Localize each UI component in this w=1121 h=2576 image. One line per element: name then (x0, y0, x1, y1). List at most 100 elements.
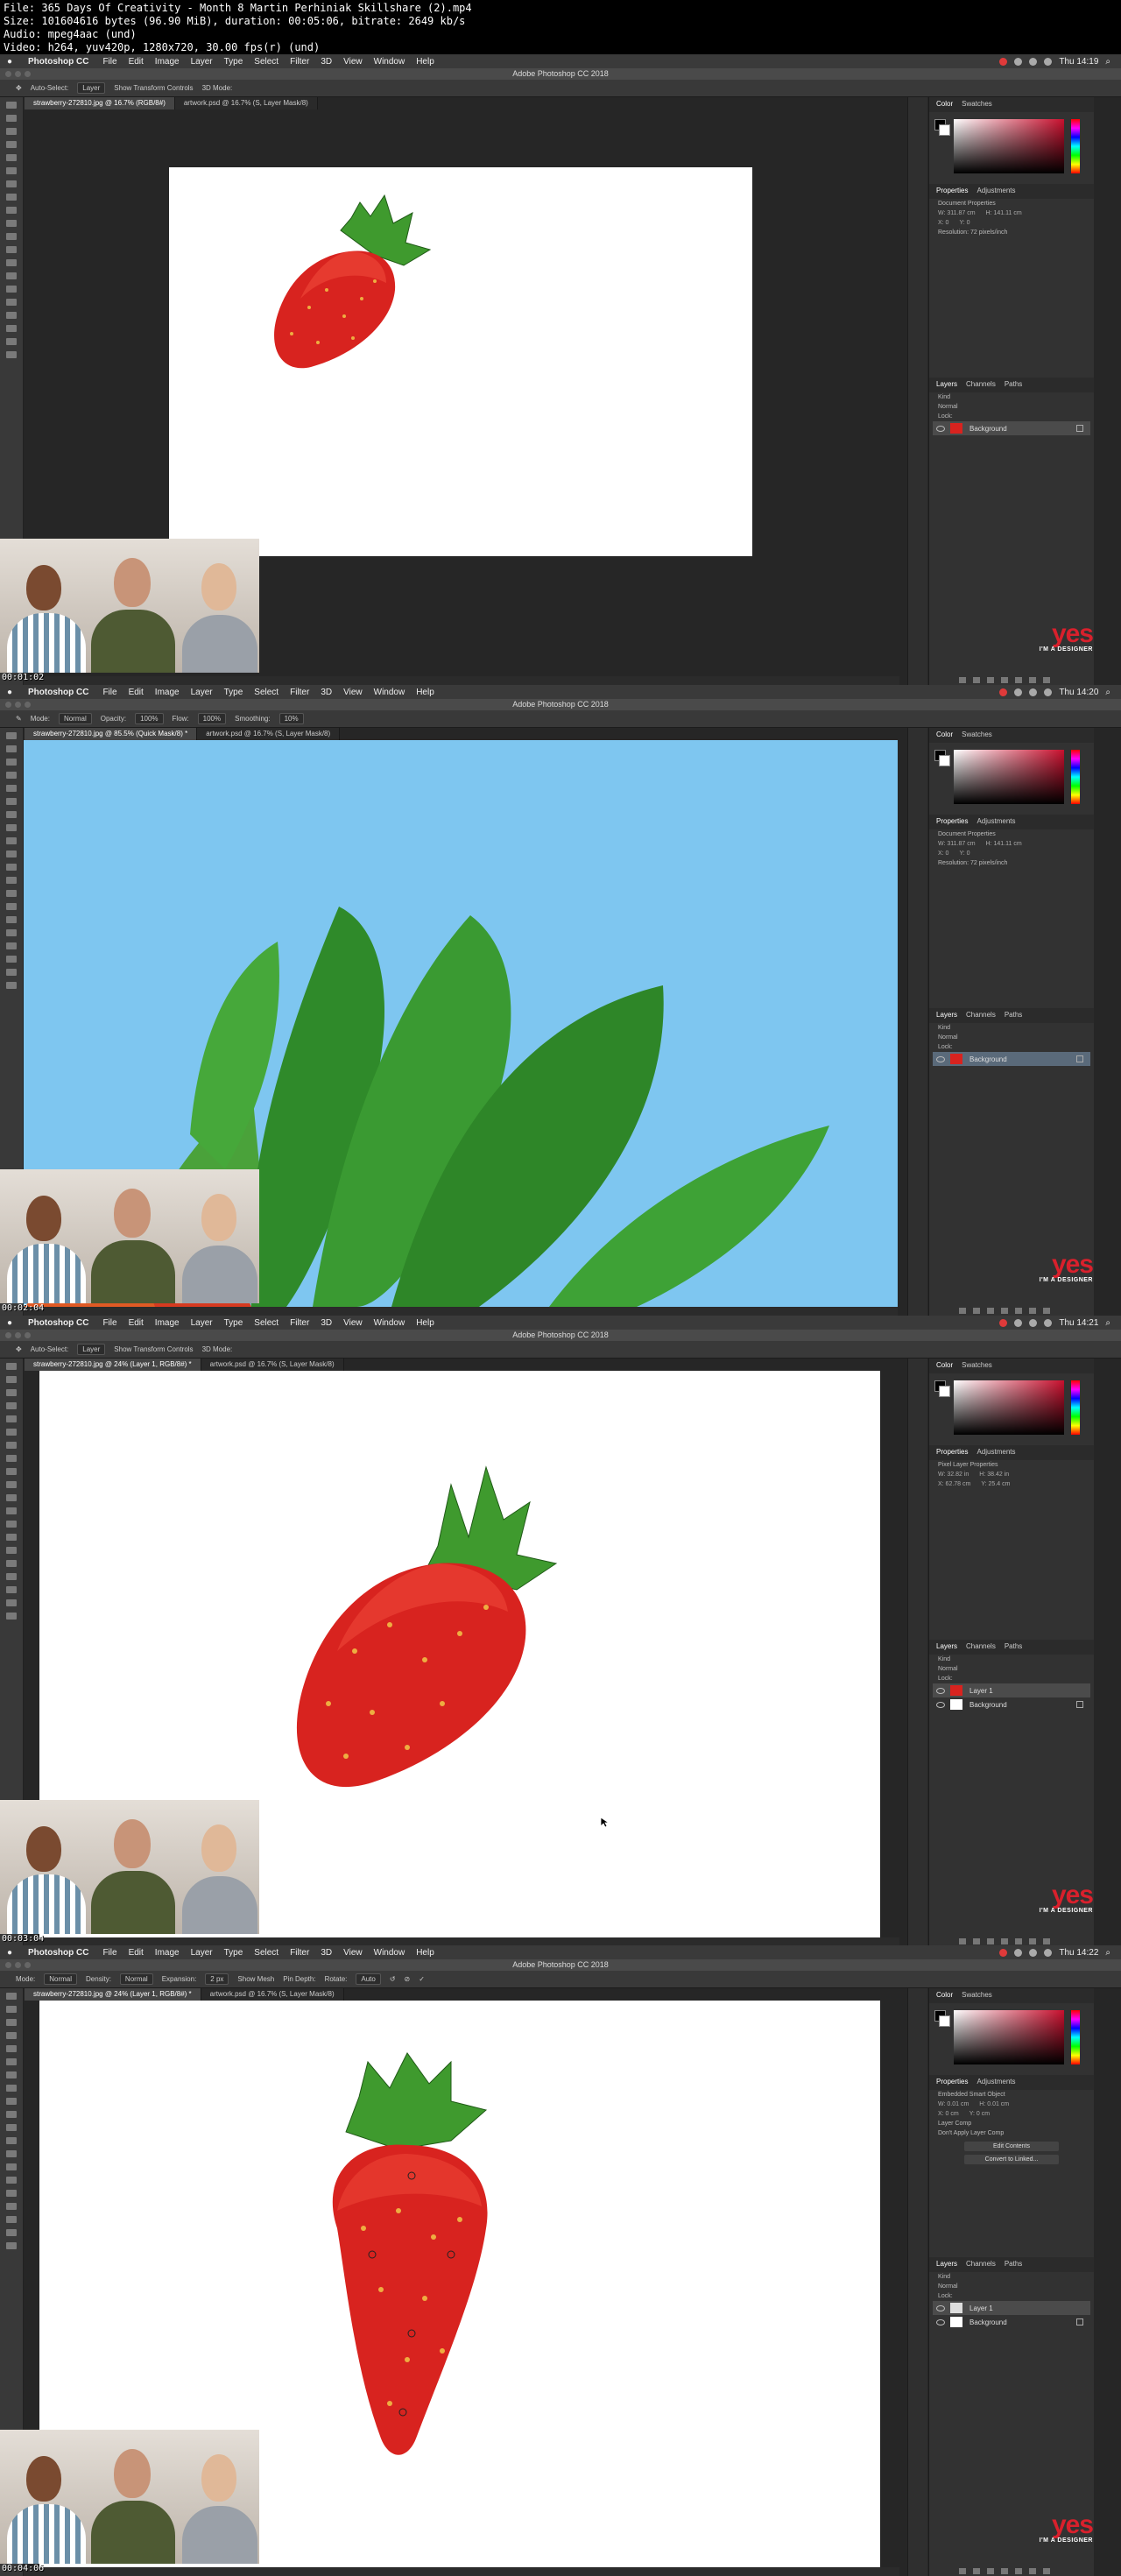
option-smoothing[interactable]: 10% (278, 713, 304, 724)
path-select-tool[interactable] (6, 942, 17, 949)
tab-strawberry[interactable]: strawberry-272810.jpg @ 24% (Layer 1, RG… (25, 1359, 201, 1371)
history-brush-tool[interactable] (6, 220, 17, 227)
layer-name[interactable]: Layer 1 (969, 1687, 993, 1695)
minimize-icon[interactable] (15, 1332, 21, 1338)
convert-to-linked-button[interactable]: Convert to Linked... (964, 2155, 1059, 2164)
tab-strawberry[interactable]: strawberry-272810.jpg @ 24% (Layer 1, RG… (25, 1988, 201, 2001)
tab-adjustments[interactable]: Adjustments (976, 187, 1015, 196)
trash-icon[interactable] (1043, 677, 1050, 683)
zoom-icon[interactable] (25, 1332, 31, 1338)
tab-paths[interactable]: Paths (1005, 1011, 1022, 1020)
new-layer-icon[interactable] (1029, 677, 1036, 683)
brush-tool-icon[interactable]: ✎ (16, 715, 22, 723)
prop-w[interactable]: W: 0.01 cm (938, 2101, 969, 2107)
stamp-tool[interactable] (6, 837, 17, 844)
option-mode[interactable]: Normal (58, 713, 92, 724)
collapsed-panel-strip[interactable] (907, 97, 927, 685)
lasso-tool[interactable] (6, 759, 17, 766)
lock-row[interactable]: Lock: (929, 2291, 1094, 2301)
app-menu[interactable]: Photoshop CC (28, 1318, 88, 1328)
layer-row[interactable]: Background (933, 2315, 1090, 2329)
quick-select-tool[interactable] (6, 772, 17, 779)
menu-help[interactable]: Help (416, 688, 434, 697)
tab-adjustments[interactable]: Adjustments (976, 2078, 1015, 2087)
new-layer-icon[interactable] (1029, 1308, 1036, 1314)
tab-layers[interactable]: Layers (936, 380, 957, 390)
menu-filter[interactable]: Filter (290, 57, 309, 67)
cloud-icon[interactable] (1014, 688, 1023, 696)
tab-color[interactable]: Color (936, 1991, 953, 2001)
path-select-tool[interactable] (6, 1573, 17, 1580)
app-menu[interactable]: Photoshop CC (28, 57, 88, 67)
prop-y[interactable]: Y: 0 (959, 220, 969, 226)
prop-w[interactable]: W: 311.87 cm (938, 841, 976, 847)
search-icon[interactable]: ⌕ (1105, 57, 1110, 67)
pen-tool[interactable] (6, 1547, 17, 1554)
lasso-tool[interactable] (6, 128, 17, 135)
menu-file[interactable]: File (102, 1318, 116, 1328)
eye-icon[interactable] (936, 2318, 945, 2325)
minimize-icon[interactable] (15, 71, 21, 77)
dodge-tool[interactable] (6, 1534, 17, 1541)
path-select-tool[interactable] (6, 312, 17, 319)
history-brush-tool[interactable] (6, 850, 17, 857)
menu-window[interactable]: Window (374, 688, 405, 697)
clock[interactable]: Thu 14:19 (1059, 57, 1098, 67)
menu-type[interactable]: Type (224, 1948, 243, 1958)
option-mode[interactable]: Normal (44, 1973, 78, 1985)
quick-select-tool[interactable] (6, 141, 17, 148)
hand-tool[interactable] (6, 338, 17, 345)
layer-filter[interactable]: Kind (929, 2272, 1094, 2282)
option-3d-mode[interactable]: 3D Mode: (202, 1345, 233, 1353)
collapsed-panel-strip[interactable] (907, 728, 927, 1316)
brush-tool[interactable] (6, 2085, 17, 2092)
hand-tool[interactable] (6, 969, 17, 976)
app-menu[interactable]: Photoshop CC (28, 1948, 88, 1958)
shape-tool[interactable] (6, 956, 17, 963)
hand-tool[interactable] (6, 2229, 17, 2236)
pen-tool[interactable] (6, 2177, 17, 2184)
prop-h[interactable]: H: 0.01 cm (979, 2101, 1009, 2107)
mask-icon[interactable] (987, 677, 994, 683)
new-layer-icon[interactable] (1029, 1938, 1036, 1944)
menu-file[interactable]: File (102, 57, 116, 67)
clock[interactable]: Thu 14:22 (1059, 1948, 1098, 1958)
tab-swatches[interactable]: Swatches (962, 1991, 992, 2001)
zoom-icon[interactable] (25, 71, 31, 77)
option-density[interactable]: Normal (119, 1973, 153, 1985)
prop-y[interactable]: Y: 0 (959, 850, 969, 857)
tab-properties[interactable]: Properties (936, 1448, 968, 1457)
wifi-icon[interactable] (1029, 688, 1038, 696)
battery-icon[interactable] (1044, 1948, 1053, 1957)
apple-icon[interactable]: ● (7, 1948, 16, 1958)
folder-icon[interactable] (1015, 2568, 1022, 2574)
menu-help[interactable]: Help (416, 57, 434, 67)
eyedropper-tool[interactable] (6, 1429, 17, 1436)
mask-icon[interactable] (987, 2568, 994, 2574)
hue-slider[interactable] (1071, 750, 1080, 804)
lasso-tool[interactable] (6, 1389, 17, 1396)
fx-icon[interactable] (973, 2568, 980, 2574)
link-icon[interactable] (959, 1938, 966, 1944)
tab-color[interactable]: Color (936, 1361, 953, 1371)
color-field[interactable] (954, 1380, 1064, 1435)
blend-mode[interactable]: Normal (929, 402, 1094, 412)
move-tool[interactable] (6, 1993, 17, 2000)
quick-select-tool[interactable] (6, 1402, 17, 1409)
menu-view[interactable]: View (343, 1948, 363, 1958)
menu-type[interactable]: Type (224, 57, 243, 67)
stamp-tool[interactable] (6, 1468, 17, 1475)
lock-row[interactable]: Lock: (929, 412, 1094, 421)
menu-edit[interactable]: Edit (129, 57, 144, 67)
tab-color[interactable]: Color (936, 100, 953, 109)
history-brush-tool[interactable] (6, 1481, 17, 1488)
prop-h[interactable]: H: 141.11 cm (986, 210, 1022, 216)
tab-channels[interactable]: Channels (966, 2260, 996, 2269)
prop-h[interactable]: H: 141.11 cm (986, 841, 1022, 847)
tab-paths[interactable]: Paths (1005, 380, 1022, 390)
trash-icon[interactable] (1043, 1938, 1050, 1944)
layer-name[interactable]: Background (969, 1701, 1007, 1709)
option-rotate[interactable]: Auto (356, 1973, 381, 1985)
tab-swatches[interactable]: Swatches (962, 730, 992, 740)
minimize-icon[interactable] (15, 1962, 21, 1968)
